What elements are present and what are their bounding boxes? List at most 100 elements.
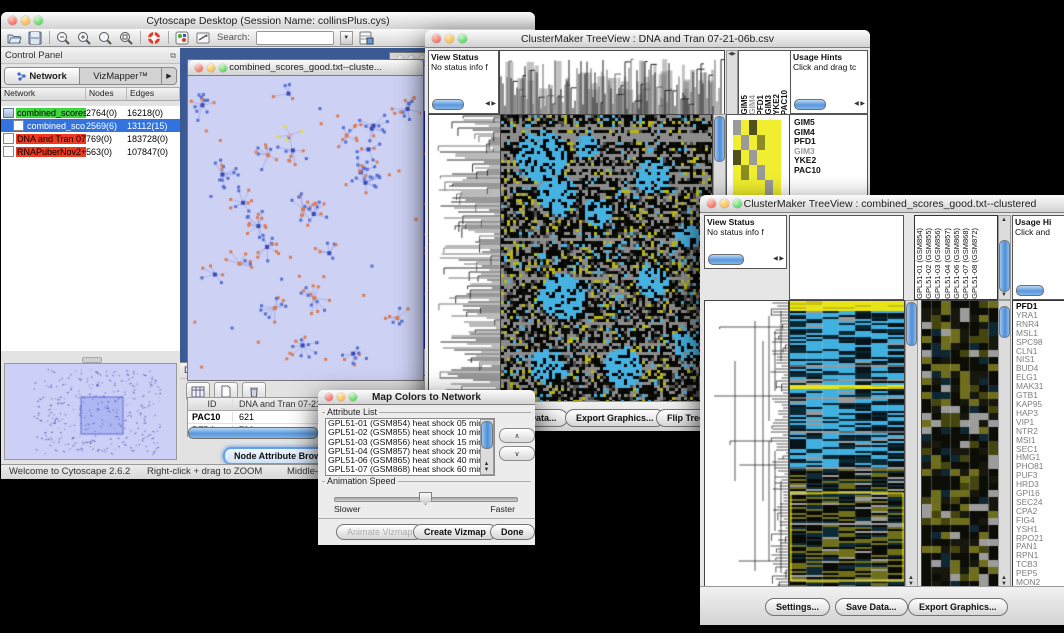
- treeview2-button-bar: Settings... Save Data... Export Graphics…: [700, 586, 1064, 625]
- usage-hints-scrollbar[interactable]: [1016, 285, 1044, 296]
- main-window-title: Cytoscape Desktop (Session Name: collins…: [1, 15, 535, 27]
- search-dropdown-arrow[interactable]: ▼: [340, 31, 353, 45]
- network-row[interactable]: combined_sco 2569(6) 13112(15): [1, 119, 180, 132]
- network-row[interactable]: combined_scores 2764(0) 16218(0): [1, 106, 180, 119]
- zoom-out-icon[interactable]: [56, 31, 71, 45]
- minimize-button[interactable]: [720, 199, 729, 208]
- control-panel-title: Control Panel: [5, 50, 63, 61]
- help-lifebuoy-icon[interactable]: [147, 31, 162, 45]
- dialog-title-bar[interactable]: Map Colors to Network: [318, 390, 535, 405]
- tab-network[interactable]: Network: [5, 68, 80, 84]
- attribute-list-item[interactable]: GPL51-07 (GSM868) heat shock 60 min: [326, 465, 494, 474]
- animation-speed-label: Animation Speed: [325, 476, 398, 486]
- network-type-icon: [3, 133, 14, 144]
- zoom-in-icon[interactable]: [77, 31, 92, 45]
- main-title-bar[interactable]: Cytoscape Desktop (Session Name: collins…: [1, 12, 535, 30]
- save-icon[interactable]: [28, 31, 43, 45]
- tabs-overflow-button[interactable]: ▶: [162, 68, 176, 84]
- network-row[interactable]: RNAPuberNov2+ 563(0) 107847(0): [1, 145, 180, 158]
- treeview1-usage-hints: Usage HintsClick and drag tc ◀ ▶: [790, 50, 868, 114]
- zoom-fit-icon[interactable]: [98, 31, 113, 45]
- column-label[interactable]: GPL51-07 (GSM868): [961, 228, 970, 299]
- network-view-canvas[interactable]: [188, 76, 421, 379]
- toolbar-separator: [140, 31, 141, 44]
- column-label[interactable]: GPL51-01 (GSM854): [915, 228, 924, 299]
- move-up-button[interactable]: ∧: [499, 428, 535, 443]
- treeview1-row-dendrogram[interactable]: [428, 114, 501, 402]
- search-label: Search:: [217, 32, 250, 43]
- treeview2-heatmap[interactable]: [789, 300, 905, 587]
- column-label[interactable]: PAC10: [781, 90, 789, 115]
- network-overview-canvas[interactable]: [5, 364, 176, 457]
- close-button[interactable]: [432, 34, 441, 43]
- minimize-button[interactable]: [21, 16, 30, 25]
- open-file-icon[interactable]: [7, 31, 22, 45]
- close-button[interactable]: [325, 393, 333, 401]
- zoom-button[interactable]: [349, 393, 357, 401]
- labels-vscrollbar[interactable]: ▲▼: [998, 215, 1011, 300]
- column-label[interactable]: GPL51-06 (GSM865): [952, 228, 961, 299]
- status-hint-zoom: Right-click + drag to ZOOM: [147, 466, 262, 477]
- export-graphics-button[interactable]: Export Graphics...: [908, 598, 1008, 616]
- treeview1-column-dendrogram[interactable]: [499, 50, 725, 116]
- scroll-arrows[interactable]: ◀ ▶: [485, 99, 496, 109]
- float-panel-icon[interactable]: ⧉: [170, 51, 176, 61]
- view-status-scrollbar[interactable]: [708, 254, 744, 265]
- scroll-arrows[interactable]: ◀ ▶: [854, 99, 865, 109]
- network-overview-panel[interactable]: [4, 363, 177, 460]
- attribute-list-scrollbar[interactable]: ▲▼: [480, 419, 494, 475]
- network-table-header: Network Nodes Edges: [1, 87, 180, 101]
- treeview2-title-bar[interactable]: ClusterMaker TreeView : combined_scores_…: [700, 195, 1064, 213]
- attribute-list-label: Attribute List: [325, 407, 379, 417]
- data-panel-hscrollbar[interactable]: [188, 427, 318, 439]
- move-down-button[interactable]: ∨: [499, 446, 535, 461]
- network-frame-active[interactable]: combined_scores_good.txt--cluste...: [187, 59, 424, 381]
- treeview1-title: ClusterMaker TreeView : DNA and Tran 07-…: [425, 33, 870, 45]
- column-tree-scrollbar[interactable]: ◀▶: [726, 50, 738, 116]
- treeview2-heatmap-vscrollbar[interactable]: ▲▼: [905, 300, 918, 589]
- close-button[interactable]: [707, 199, 716, 208]
- view-status-scrollbar[interactable]: [432, 99, 464, 110]
- create-vizmap-button[interactable]: Create Vizmap: [413, 524, 497, 540]
- treeview2-genelist-vscrollbar[interactable]: ▲▼: [998, 300, 1011, 589]
- network-list: combined_scores 2764(0) 16218(0) combine…: [1, 106, 180, 351]
- animate-vizmap-button[interactable]: Animate Vizmap: [336, 524, 423, 540]
- frame-close-button[interactable]: [195, 64, 203, 72]
- treeview1-gene-list: GIM5GIM4PFD1GIM3YKE2PAC10: [794, 118, 821, 175]
- column-label[interactable]: GPL51-08 (GSM872): [970, 228, 979, 299]
- tab-vizmapper[interactable]: VizMapper™: [80, 68, 162, 84]
- close-button[interactable]: [8, 16, 17, 25]
- gene-label[interactable]: PAC10: [794, 166, 821, 176]
- treeview2-column-tree-area[interactable]: [789, 215, 904, 300]
- treeview2-row-dendrogram[interactable]: [704, 300, 789, 587]
- usage-hints-scrollbar[interactable]: [794, 99, 826, 110]
- export-graphics-button[interactable]: Export Graphics...: [565, 409, 665, 427]
- slower-label: Slower: [334, 504, 361, 514]
- done-button[interactable]: Done: [490, 524, 535, 540]
- column-label[interactable]: GPL51-03 (GSM856): [933, 228, 942, 299]
- zoom-button[interactable]: [34, 16, 43, 25]
- frame-minimize-button[interactable]: [207, 64, 215, 72]
- treeview2-title: ClusterMaker TreeView : combined_scores_…: [700, 198, 1064, 210]
- zoom-button[interactable]: [458, 34, 467, 43]
- treeview1-view-status: View StatusNo status info f ◀ ▶: [428, 50, 499, 114]
- vizmapper-icon[interactable]: [175, 31, 190, 45]
- column-label[interactable]: GPL51-04 (GSM857): [943, 228, 952, 299]
- search-input[interactable]: [256, 31, 334, 45]
- zoom-selected-icon[interactable]: [119, 31, 134, 45]
- save-data-button[interactable]: Save Data...: [835, 598, 908, 616]
- scroll-arrows[interactable]: ◀ ▶: [773, 254, 784, 264]
- slider-thumb[interactable]: [419, 492, 432, 505]
- minimize-button[interactable]: [445, 34, 454, 43]
- treeview1-title-bar[interactable]: ClusterMaker TreeView : DNA and Tran 07-…: [425, 30, 870, 48]
- network-type-icon: [3, 108, 14, 118]
- configure-table-icon[interactable]: [359, 31, 374, 45]
- treeview1-heatmap[interactable]: [500, 114, 713, 402]
- minimize-button[interactable]: [337, 393, 345, 401]
- treeview2-zoom-heatmap[interactable]: [921, 300, 999, 587]
- frame-zoom-button[interactable]: [219, 64, 227, 72]
- zoom-button[interactable]: [733, 199, 742, 208]
- settings-button[interactable]: Settings...: [765, 598, 830, 616]
- network-row[interactable]: DNA and Tran 07 769(0) 183728(0): [1, 132, 180, 145]
- annotation-icon[interactable]: [196, 31, 211, 45]
